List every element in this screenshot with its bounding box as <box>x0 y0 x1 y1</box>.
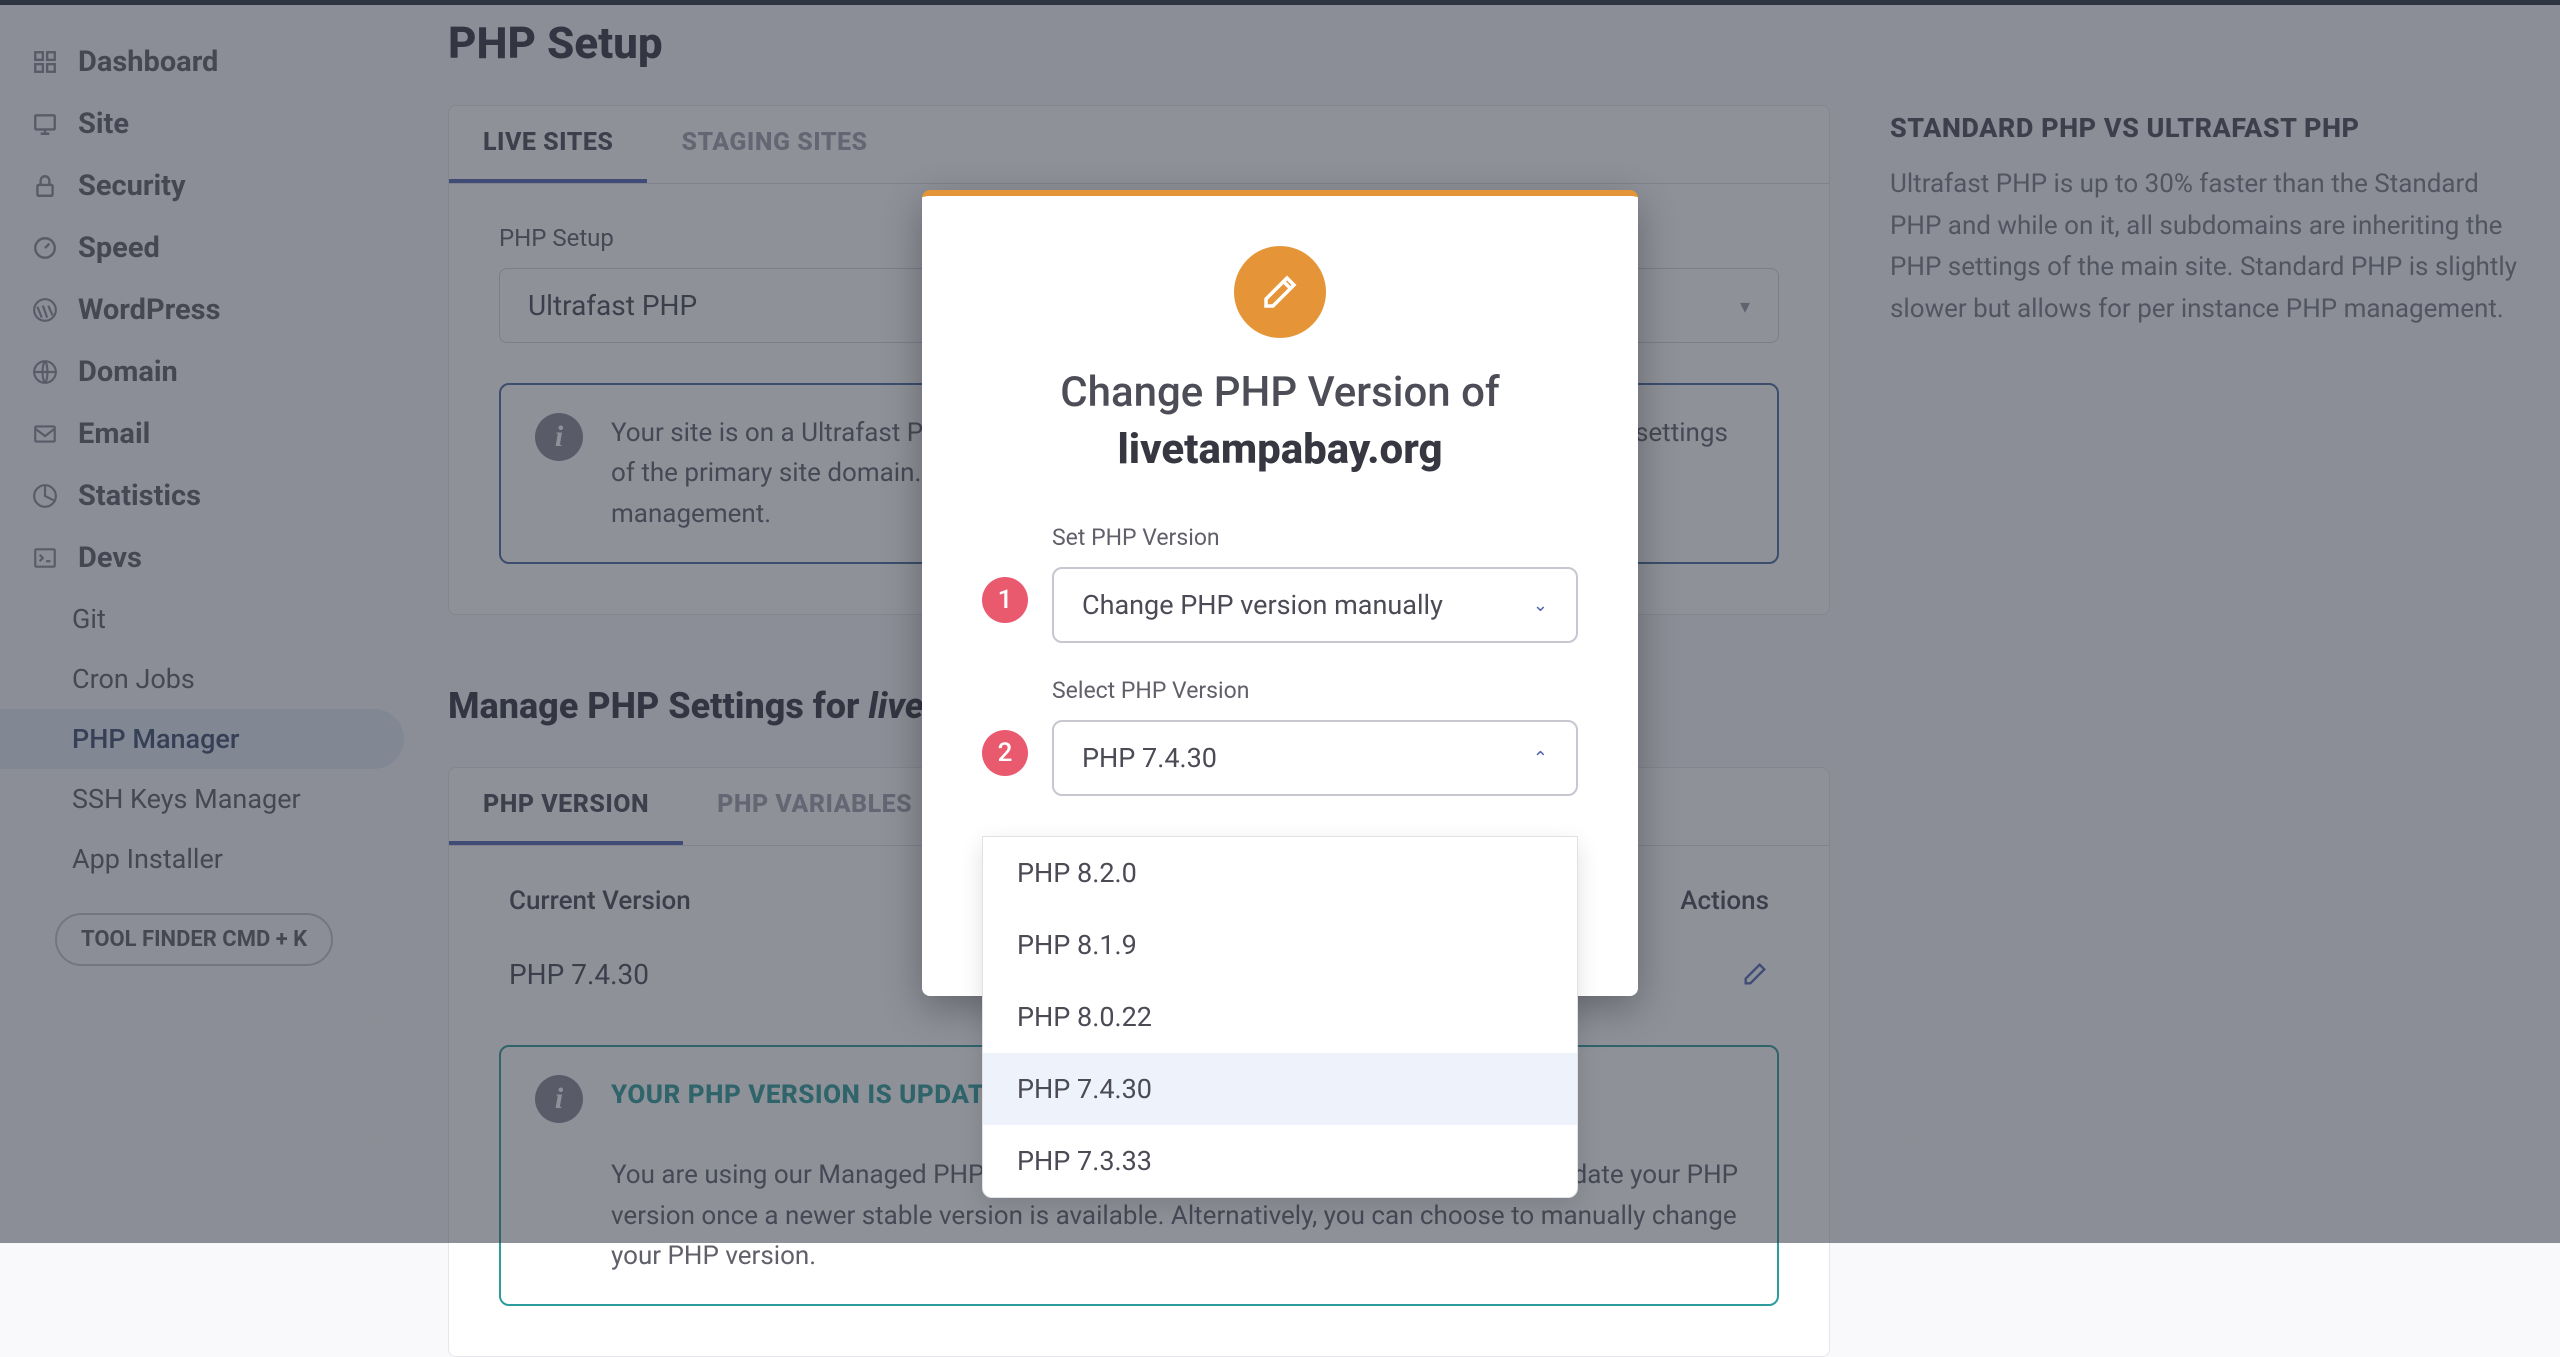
select-php-value: PHP 7.4.30 <box>1082 742 1217 774</box>
modal-title: Change PHP Version of <box>982 368 1578 417</box>
modal-site: livetampabay.org <box>982 425 1578 474</box>
option-php-7-4-30[interactable]: PHP 7.4.30 <box>983 1053 1577 1125</box>
step-1-badge: 1 <box>982 577 1028 623</box>
pencil-icon <box>1234 246 1326 338</box>
step-2-badge: 2 <box>982 730 1028 776</box>
option-php-8-0-22[interactable]: PHP 8.0.22 <box>983 981 1577 1053</box>
php-version-dropdown: PHP 8.2.0 PHP 8.1.9 PHP 8.0.22 PHP 7.4.3… <box>982 836 1578 1198</box>
set-php-value: Change PHP version manually <box>1082 589 1443 621</box>
set-php-label: Set PHP Version <box>1052 524 1578 551</box>
change-php-modal: Change PHP Version of livetampabay.org 1… <box>922 190 1638 996</box>
select-php-label: Select PHP Version <box>1052 677 1578 704</box>
chevron-up-icon: ⌃ <box>1533 748 1548 769</box>
select-php-select[interactable]: PHP 7.4.30 ⌃ <box>1052 720 1578 796</box>
option-php-7-3-33[interactable]: PHP 7.3.33 <box>983 1125 1577 1197</box>
option-php-8-1-9[interactable]: PHP 8.1.9 <box>983 909 1577 981</box>
chevron-down-icon: ⌄ <box>1533 595 1548 616</box>
option-php-8-2-0[interactable]: PHP 8.2.0 <box>983 837 1577 909</box>
set-php-select[interactable]: Change PHP version manually ⌄ <box>1052 567 1578 643</box>
